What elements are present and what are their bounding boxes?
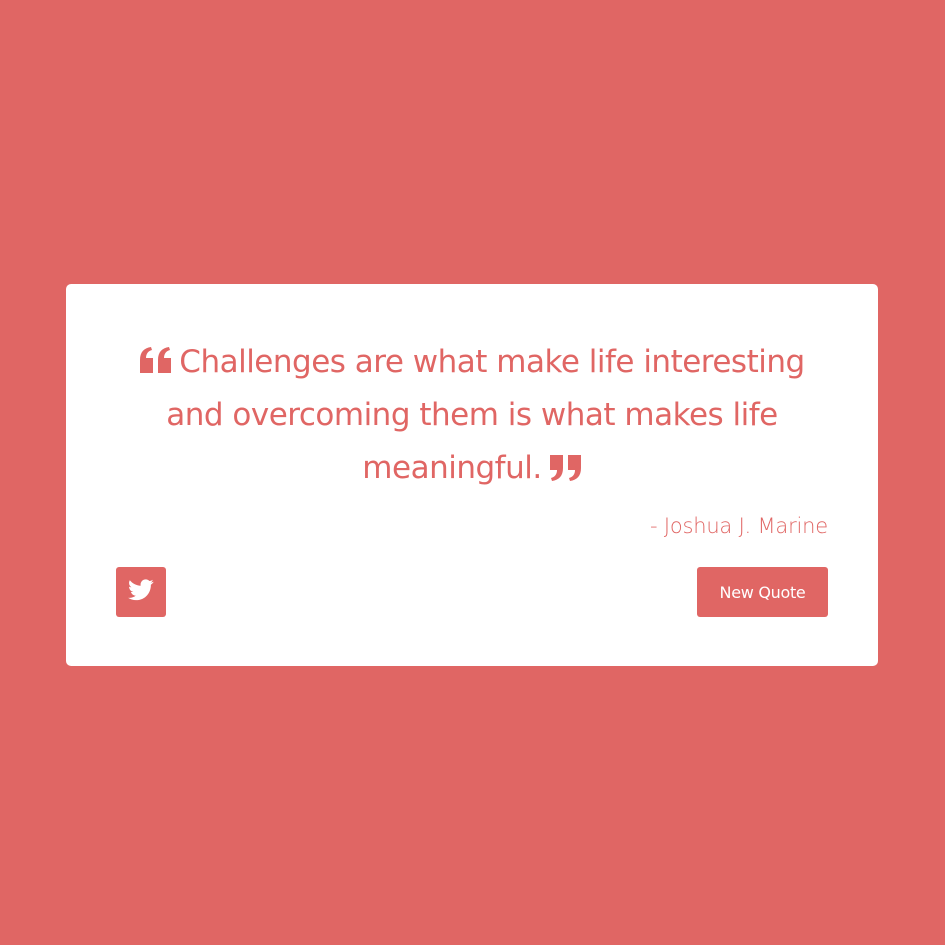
quote-text: Challenges are what make life interestin… xyxy=(166,344,805,486)
quote-author: - Joshua J. Marine xyxy=(649,514,828,538)
new-quote-button[interactable]: New Quote xyxy=(697,567,828,617)
quote-right-icon xyxy=(548,454,582,482)
twitter-icon xyxy=(128,579,154,605)
tweet-button[interactable] xyxy=(116,567,166,617)
quote-left-icon xyxy=(139,346,173,374)
quote-card: Challenges are what make life interestin… xyxy=(66,284,878,666)
quote-text-block: Challenges are what make life interestin… xyxy=(116,336,828,495)
